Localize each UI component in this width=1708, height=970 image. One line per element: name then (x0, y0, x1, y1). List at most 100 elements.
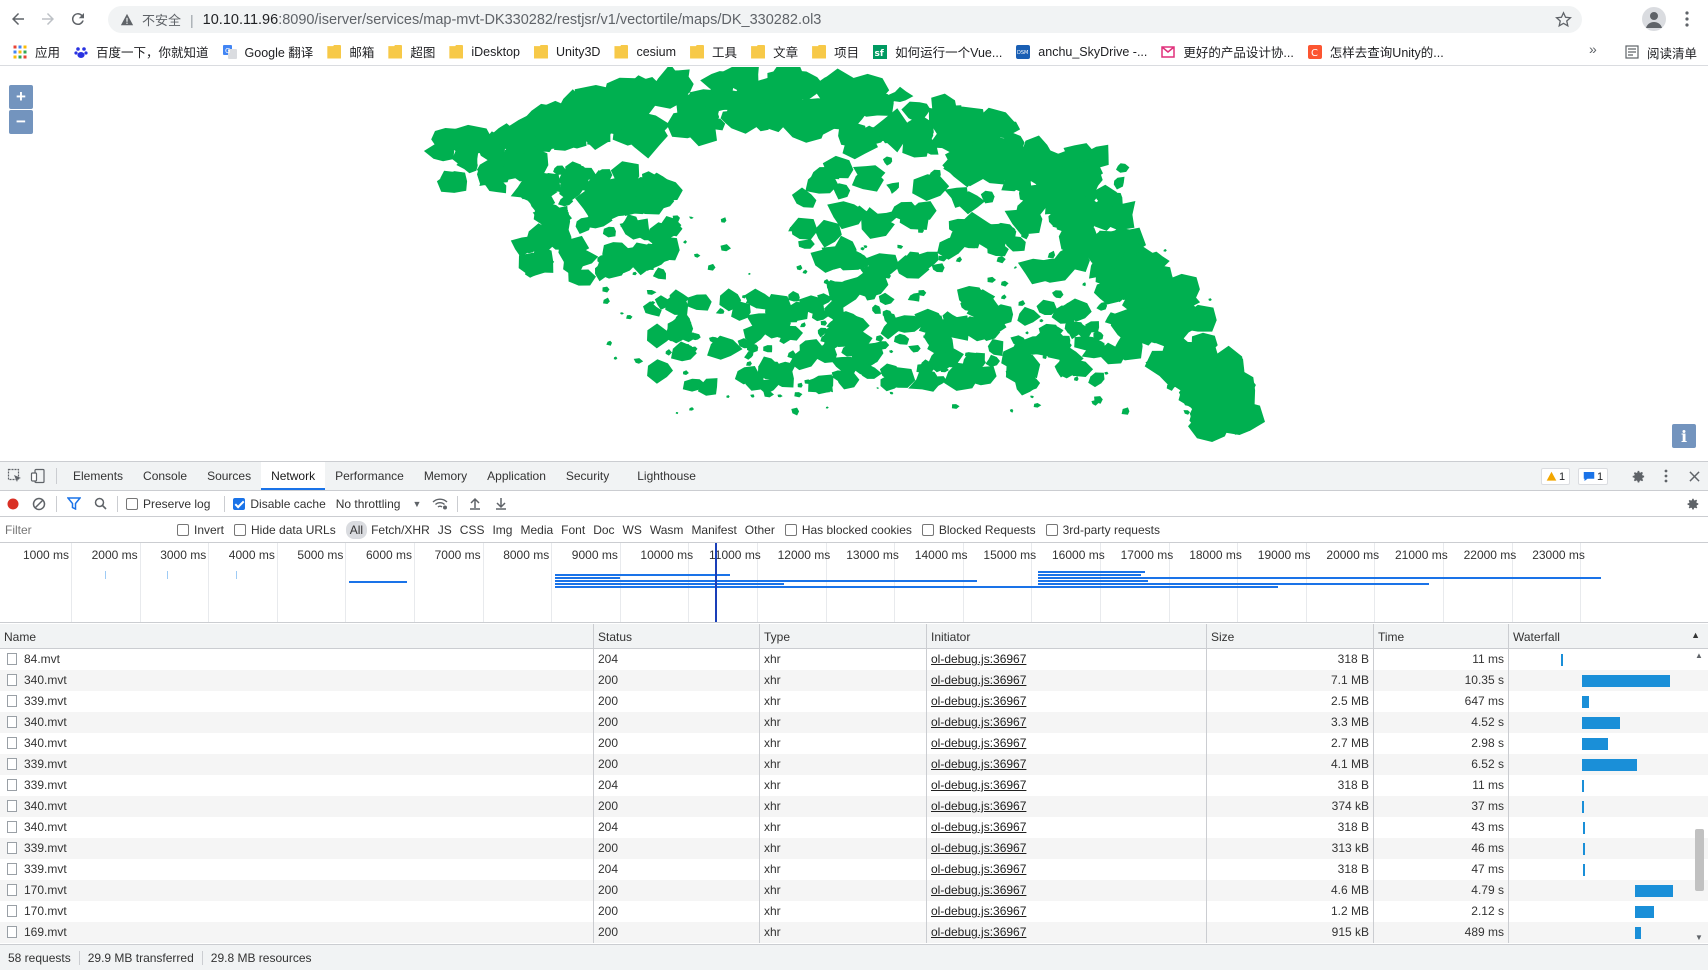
bookmark-item[interactable]: sf 如何运行一个Vue... (866, 40, 1009, 64)
bookmark-item[interactable]: 邮箱 (320, 40, 381, 64)
column-header-time[interactable]: Time (1374, 624, 1509, 648)
column-header-name[interactable]: Name (0, 624, 594, 648)
network-overview-timeline[interactable]: 1000 ms 2000 ms 3000 ms 4000 ms 5000 ms 6000 … (0, 543, 1708, 623)
zoom-in-button[interactable]: + (9, 85, 33, 109)
bookmark-item[interactable]: 项目 (805, 40, 866, 64)
scroll-thumb[interactable] (1695, 829, 1704, 891)
filter-type-css[interactable]: CSS (456, 521, 489, 539)
kebab-menu-icon[interactable] (1684, 9, 1690, 29)
column-header-status[interactable]: Status (594, 624, 760, 648)
search-button[interactable] (87, 491, 113, 517)
third-party-checkbox[interactable]: 3rd-party requests (1045, 523, 1160, 537)
table-row[interactable]: 340.mvt 200 xhr ol-debug.js:36967 2.7 MB 2.98… (0, 733, 1708, 754)
table-row[interactable]: 339.mvt 200 xhr ol-debug.js:36967 4.1 MB 6.52… (0, 754, 1708, 775)
tab-network[interactable]: Network (261, 462, 326, 490)
tab-application[interactable]: Application (477, 462, 556, 490)
device-toolbar-icon[interactable] (30, 468, 46, 484)
export-har-button[interactable] (488, 491, 514, 517)
tab-memory[interactable]: Memory (414, 462, 477, 490)
table-row[interactable]: 170.mvt 200 xhr ol-debug.js:36967 4.6 MB 4.79… (0, 880, 1708, 901)
filter-type-manifest[interactable]: Manifest (687, 521, 740, 539)
column-header-initiator[interactable]: Initiator (927, 624, 1207, 648)
blocked-requests-checkbox[interactable]: Blocked Requests (921, 523, 1036, 537)
table-row[interactable]: 340.mvt 204 xhr ol-debug.js:36967 318 B 43 ms (0, 817, 1708, 838)
bookmark-item[interactable]: 更好的产品设计协... (1154, 40, 1300, 64)
bookmark-item[interactable]: 超图 (381, 40, 442, 64)
bookmark-item[interactable]: DSM anchu_SkyDrive -... (1009, 40, 1154, 64)
bookmark-item[interactable]: Unity3D (527, 40, 607, 64)
warnings-badge[interactable]: 1 (1541, 468, 1571, 485)
tab-performance[interactable]: Performance (325, 462, 414, 490)
filter-type-img[interactable]: Img (488, 521, 516, 539)
filter-type-font[interactable]: Font (557, 521, 589, 539)
table-row[interactable]: 339.mvt 204 xhr ol-debug.js:36967 318 B 47 ms (0, 859, 1708, 880)
inspect-element-icon[interactable] (7, 468, 23, 484)
disable-cache-checkbox[interactable]: Disable cache (233, 497, 326, 511)
close-devtools-button[interactable] (1680, 462, 1708, 490)
table-row[interactable]: 340.mvt 200 xhr ol-debug.js:36967 374 kB 37 m… (0, 796, 1708, 817)
cell-initiator[interactable]: ol-debug.js:36967 (927, 922, 1207, 943)
forward-button[interactable] (36, 7, 60, 31)
settings-button[interactable] (1624, 462, 1652, 490)
invert-checkbox[interactable]: Invert (177, 523, 224, 537)
filter-type-ws[interactable]: WS (619, 521, 646, 539)
hide-data-urls-checkbox[interactable]: Hide data URLs (234, 523, 336, 537)
throttling-select[interactable]: No throttling ▼ (336, 497, 422, 511)
filter-type-other[interactable]: Other (741, 521, 779, 539)
bookmark-item[interactable]: 百度一下，你就知道 (67, 40, 216, 64)
scroll-down-icon[interactable]: ▼ (1695, 933, 1703, 942)
cell-initiator[interactable]: ol-debug.js:36967 (927, 901, 1207, 922)
table-row[interactable]: 340.mvt 200 xhr ol-debug.js:36967 7.1 MB 10.3… (0, 670, 1708, 691)
cell-initiator[interactable]: ol-debug.js:36967 (927, 712, 1207, 733)
table-row[interactable]: 170.mvt 200 xhr ol-debug.js:36967 1.2 MB 2.12… (0, 901, 1708, 922)
cell-initiator[interactable]: ol-debug.js:36967 (927, 859, 1207, 880)
column-header-type[interactable]: Type (760, 624, 927, 648)
bookmarks-overflow-chevron[interactable]: » (1589, 41, 1597, 57)
network-settings-button[interactable] (1680, 491, 1706, 517)
filter-type-all[interactable]: All (345, 520, 368, 539)
filter-toggle-button[interactable] (61, 491, 87, 517)
address-bar[interactable]: 不安全 | 10.10.11.96:8090/iserver/services/… (108, 6, 1582, 33)
reload-button[interactable] (66, 7, 90, 31)
insecure-label[interactable]: 不安全 (142, 10, 181, 29)
cell-initiator[interactable]: ol-debug.js:36967 (927, 796, 1207, 817)
bookmark-item[interactable]: C 怎样去查询Unity的... (1301, 40, 1451, 64)
preserve-log-checkbox[interactable]: Preserve log (126, 497, 210, 511)
cell-initiator[interactable]: ol-debug.js:36967 (927, 838, 1207, 859)
tab-console[interactable]: Console (133, 462, 197, 490)
table-row[interactable]: 339.mvt 204 xhr ol-debug.js:36967 318 B 11 ms (0, 775, 1708, 796)
record-button[interactable] (0, 491, 26, 517)
bookmark-item[interactable]: 工具 (683, 40, 744, 64)
bookmark-item[interactable]: 文章 (744, 40, 805, 64)
map-viewport[interactable]: + − i (0, 67, 1708, 461)
table-row[interactable]: 84.mvt 204 xhr ol-debug.js:36967 318 B 11 ms (0, 649, 1708, 670)
cell-initiator[interactable]: ol-debug.js:36967 (927, 649, 1207, 670)
tab-sources[interactable]: Sources (197, 462, 261, 490)
cell-initiator[interactable]: ol-debug.js:36967 (927, 817, 1207, 838)
clear-button[interactable] (26, 491, 52, 517)
cell-initiator[interactable]: ol-debug.js:36967 (927, 670, 1207, 691)
filter-type-js[interactable]: JS (434, 521, 456, 539)
scroll-up-icon[interactable]: ▲ (1695, 651, 1703, 660)
back-button[interactable] (6, 7, 30, 31)
bookmark-item[interactable]: G Google 翻译 (216, 40, 321, 64)
bookmark-item[interactable]: iDesktop (442, 40, 527, 64)
profile-avatar-button[interactable] (1642, 7, 1666, 31)
has-blocked-cookies-checkbox[interactable]: Has blocked cookies (784, 523, 912, 537)
cell-initiator[interactable]: ol-debug.js:36967 (927, 733, 1207, 754)
requests-scrollbar[interactable]: ▲ ▼ (1692, 649, 1706, 944)
filter-input[interactable] (2, 519, 167, 540)
filter-type-doc[interactable]: Doc (589, 521, 618, 539)
table-row[interactable]: 340.mvt 200 xhr ol-debug.js:36967 3.3 MB 4.52… (0, 712, 1708, 733)
filter-type-wasm[interactable]: Wasm (646, 521, 688, 539)
cell-initiator[interactable]: ol-debug.js:36967 (927, 754, 1207, 775)
cell-initiator[interactable]: ol-debug.js:36967 (927, 880, 1207, 901)
filter-type-media[interactable]: Media (516, 521, 557, 539)
table-row[interactable]: 169.mvt 200 xhr ol-debug.js:36967 915 kB 489 … (0, 922, 1708, 943)
zoom-out-button[interactable]: − (9, 110, 33, 134)
cell-initiator[interactable]: ol-debug.js:36967 (927, 775, 1207, 796)
bookmark-item[interactable]: cesium (607, 40, 683, 64)
column-header-waterfall[interactable]: Waterfall ▲ (1509, 624, 1708, 648)
tab-lighthouse[interactable]: Lighthouse (627, 462, 706, 490)
reading-list-button[interactable]: 阅读清单 (1618, 40, 1704, 64)
